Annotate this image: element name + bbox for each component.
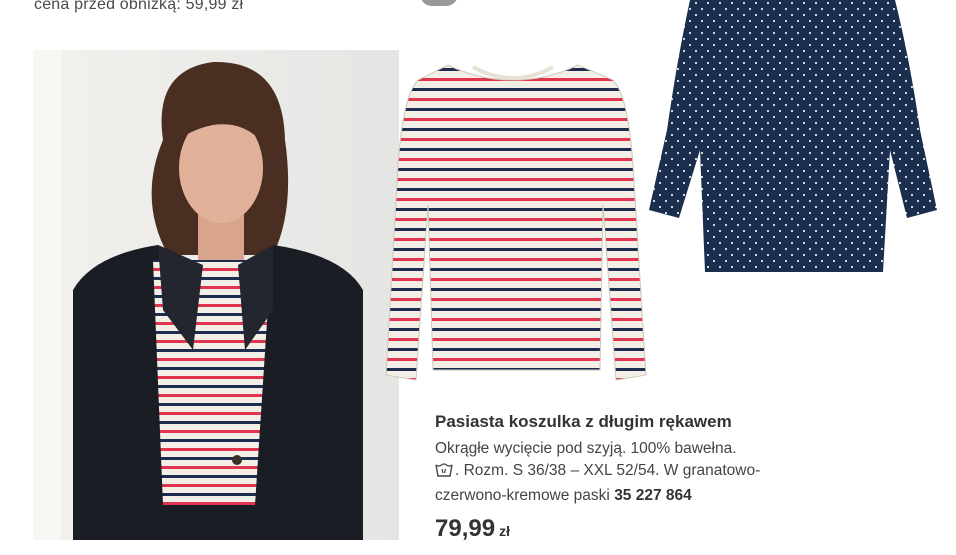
washing-symbol-icon [435,463,453,485]
article-number: 35 227 864 [614,487,692,504]
colors-line: czerwono-kremowe paski 35 227 864 [435,485,935,507]
previous-price-text: cena przed obniżką: 59,99 zł [34,0,244,13]
product-title: Pasiasta koszulka z długim rękawem [435,412,732,431]
product-image-fragment [420,0,458,6]
dotted-shirt-image [645,0,941,276]
colors-text: czerwono-kremowe paski [435,487,610,504]
price: 79,99 zł [435,515,935,543]
sizes-line: . Rozm. S 36/38 – XXL 52/54. W granatowo… [435,460,935,485]
striped-shirt-image [378,55,648,390]
sizes-text: . Rozm. S 36/38 – XXL 52/54. W granatowo… [455,462,761,479]
description-line: Okrągłe wycięcie pod szyją. 100% bawełna… [435,440,737,457]
price-value: 79,99 [435,515,496,542]
model-photo [33,50,399,540]
price-currency: zł [499,523,510,539]
product-description: Pasiasta koszulka z długim rękawem Okrąg… [435,412,935,543]
